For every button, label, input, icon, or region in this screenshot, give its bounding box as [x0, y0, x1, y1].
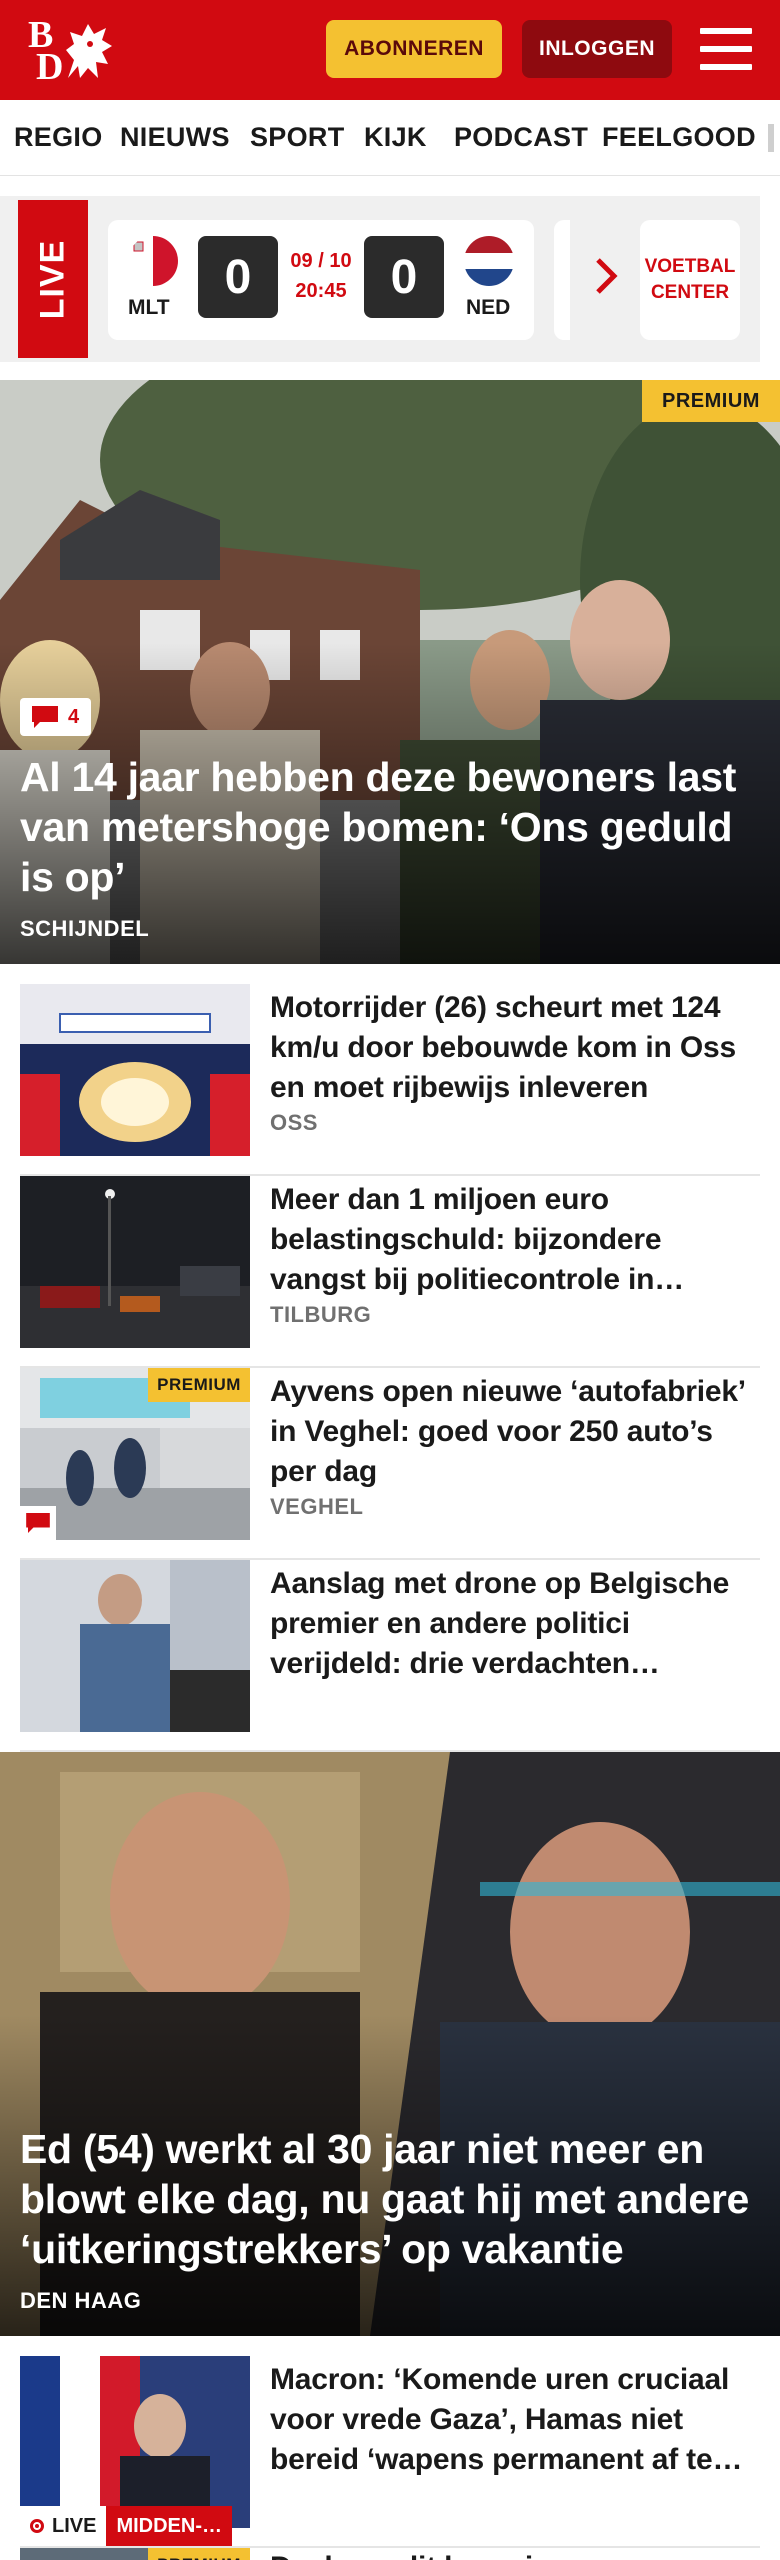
nav-item-kijk[interactable]: KIJK [364, 122, 427, 153]
nav-item-nieuws[interactable]: NIEUWS [120, 122, 230, 153]
nav-item-regio[interactable]: REGIO [14, 122, 103, 153]
hero2-location: DEN HAAG [20, 2288, 142, 2313]
next-match-card-partial[interactable] [554, 220, 570, 340]
malta-flag-icon [128, 236, 178, 286]
list-item[interactable]: PREMIUM Ayvens open nieuwe ‘autofa­briek… [20, 1368, 760, 1560]
article-title[interactable]: Macron: ‘Komende uren cruciaal voor vred… [270, 2360, 760, 2480]
comment-icon [26, 1513, 50, 1533]
hero-title[interactable]: Al 14 jaar hebben deze bewoners last van… [20, 752, 760, 902]
hero-location: SCHIJNDEL [20, 916, 150, 941]
nav-item-sport[interactable]: SPORT [250, 122, 345, 153]
live-label-bar: LIVE MIDDEN-… [20, 2506, 232, 2546]
article-thumbnail [20, 1176, 250, 1348]
article-thumbnail [20, 2356, 250, 2528]
comment-icon [32, 706, 58, 728]
premium-badge: PREMIUM [148, 2548, 250, 2560]
category-tag: MIDDEN-… [106, 2506, 232, 2546]
section-nav: REGIO NIEUWS SPORT KIJK PODCAST FEELGOOD [0, 100, 780, 176]
login-button[interactable]: INLOGGEN [522, 20, 672, 78]
away-score: 0 [364, 236, 444, 318]
article-title[interactable]: Motorrijder (26) scheurt met 124 km/u do… [270, 988, 760, 1108]
article-thumbnail [20, 1560, 250, 1732]
comment-count: 4 [68, 705, 80, 728]
article-thumbnail [20, 984, 250, 1156]
home-team-code: MLT [128, 296, 170, 319]
voetbal-center-button[interactable]: VOETBAL CENTER [640, 220, 740, 340]
match-date: 09 / 10 [290, 250, 352, 272]
live-scores-strip: LIVE MLT 0 09 / 10 20:45 0 NED VOETBAL C… [0, 196, 760, 362]
article-location: OSS [270, 1110, 318, 1135]
live-tag: LIVE [52, 2514, 97, 2537]
hamburger-icon[interactable] [700, 26, 752, 72]
hero-article-2[interactable]: Ed (54) werkt al 30 jaar niet meer en bl… [0, 1752, 780, 2336]
match-datetime: 09 / 10 20:45 [284, 246, 358, 306]
list-item[interactable]: Motorrijder (26) scheurt met 124 km/u do… [20, 984, 760, 1176]
hero2-title[interactable]: Ed (54) werkt al 30 jaar niet meer en bl… [20, 2124, 760, 2274]
live-label: LIVE [33, 239, 72, 319]
comment-count-badge[interactable]: 4 [20, 698, 92, 736]
premium-badge: PREMIUM [642, 380, 780, 422]
chevron-right-icon[interactable] [592, 256, 622, 296]
list-item-partial[interactable]: PREMIUM Deel van dit lawaai… [20, 2548, 760, 2560]
netherlands-flag-icon [464, 236, 514, 286]
hero-article[interactable]: PREMIUM 4 Al 14 jaar hebben deze bewoner… [0, 380, 780, 964]
article-title[interactable]: Deel van dit lawaai… [270, 2548, 760, 2560]
site-header: B D ABONNEREN INLOGGEN [0, 0, 780, 100]
subscribe-button[interactable]: ABONNEREN [326, 20, 502, 78]
live-dot-icon [30, 2519, 44, 2533]
article-title[interactable]: Ayvens open nieuwe ‘autofa­briek’ in Veg… [270, 1372, 760, 1492]
article-title[interactable]: Aanslag met drone op Belgische premier e… [270, 1564, 760, 1684]
match-card[interactable]: MLT 0 09 / 10 20:45 0 NED [108, 220, 534, 340]
nav-overflow-indicator [768, 124, 774, 152]
nav-item-podcast[interactable]: PODCAST [454, 122, 588, 153]
comment-badge[interactable] [20, 1506, 56, 1540]
bd-logo[interactable]: B D [26, 14, 116, 86]
match-time: 20:45 [295, 280, 347, 302]
premium-badge: PREMIUM [148, 1368, 250, 1402]
lion-icon [66, 24, 112, 78]
article-location: TILBURG [270, 1302, 372, 1327]
list-item[interactable]: LIVE MIDDEN-… Macron: ‘Komende uren cruc… [20, 2356, 760, 2548]
nav-item-feelgood[interactable]: FEELGOOD [602, 122, 756, 153]
article-location: VEGHEL [270, 1494, 364, 1519]
list-item[interactable]: Meer dan 1 miljoen euro belastingschuld:… [20, 1176, 760, 1368]
home-score: 0 [198, 236, 278, 318]
article-title[interactable]: Meer dan 1 miljoen euro belastingschuld:… [270, 1180, 760, 1300]
list-item[interactable]: Aanslag met drone op Belgische premier e… [20, 1560, 760, 1752]
live-badge: LIVE [18, 200, 88, 358]
away-team-code: NED [466, 296, 511, 319]
